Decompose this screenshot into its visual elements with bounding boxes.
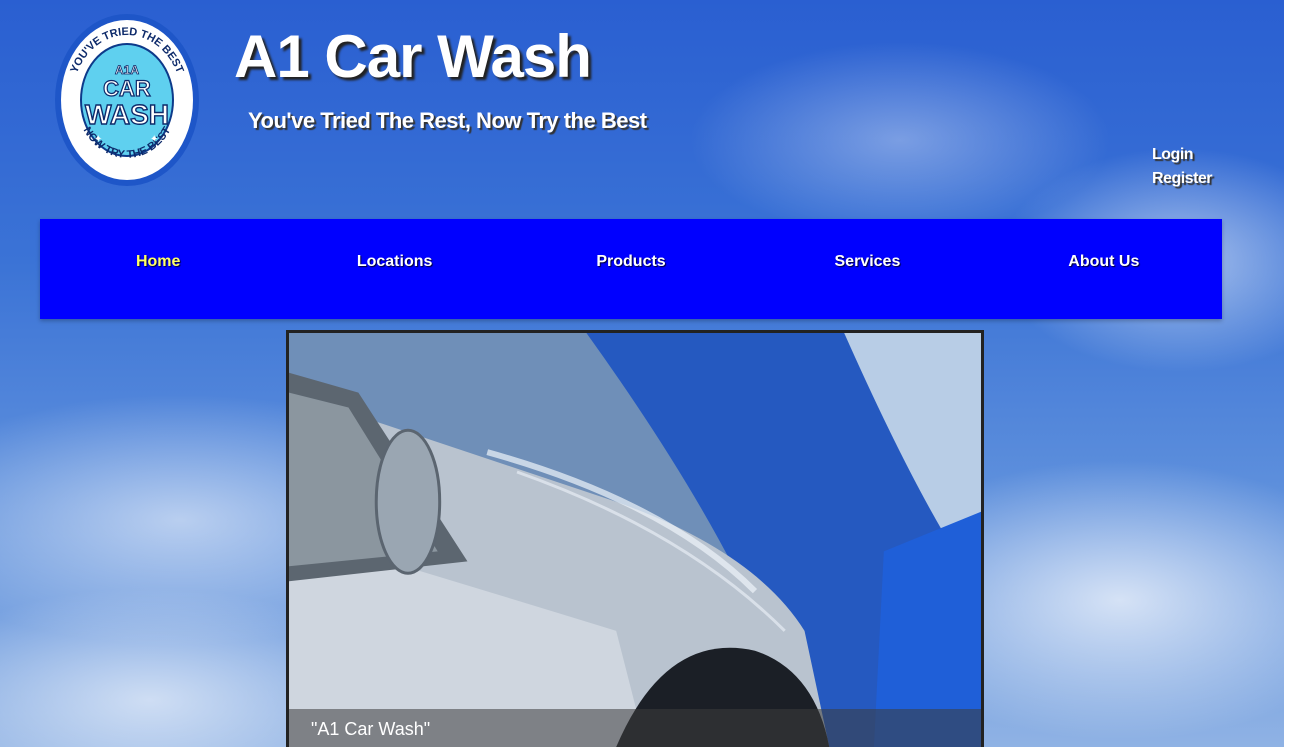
car-wash-photo [289, 333, 981, 747]
logo-small-text: A1A [115, 63, 139, 77]
nav-item-services[interactable]: Services [749, 219, 985, 319]
site-tagline: You've Tried The Rest, Now Try the Best [248, 108, 647, 133]
slide-caption: "A1 Car Wash" [311, 719, 431, 739]
logo-line2: WASH [85, 99, 169, 130]
nav-item-home[interactable]: Home [40, 219, 276, 319]
hero-slideshow[interactable]: "A1 Car Wash" [286, 330, 984, 747]
logo-line1: CAR [103, 76, 151, 101]
account-links: Login Register [1152, 146, 1213, 188]
login-link[interactable]: Login [1152, 146, 1212, 164]
caption-bar: "A1 Car Wash" [289, 709, 981, 747]
site-logo[interactable]: YOU'VE TRIED THE BEST NOW TRY THE BEST A… [54, 12, 200, 188]
nav-item-products[interactable]: Products [513, 219, 749, 319]
register-link[interactable]: Register [1152, 170, 1213, 188]
nav-item-locations[interactable]: Locations [276, 219, 512, 319]
main-nav: Home Locations Products Services About U… [40, 219, 1222, 319]
nav-item-about-us[interactable]: About Us [986, 219, 1222, 319]
site-title: A1 Car Wash [234, 23, 592, 90]
car-wash-seal-icon: YOU'VE TRIED THE BEST NOW TRY THE BEST A… [55, 14, 199, 186]
svg-text:✦: ✦ [94, 134, 102, 145]
page-edge [1284, 0, 1290, 747]
svg-text:✦: ✦ [150, 134, 158, 145]
